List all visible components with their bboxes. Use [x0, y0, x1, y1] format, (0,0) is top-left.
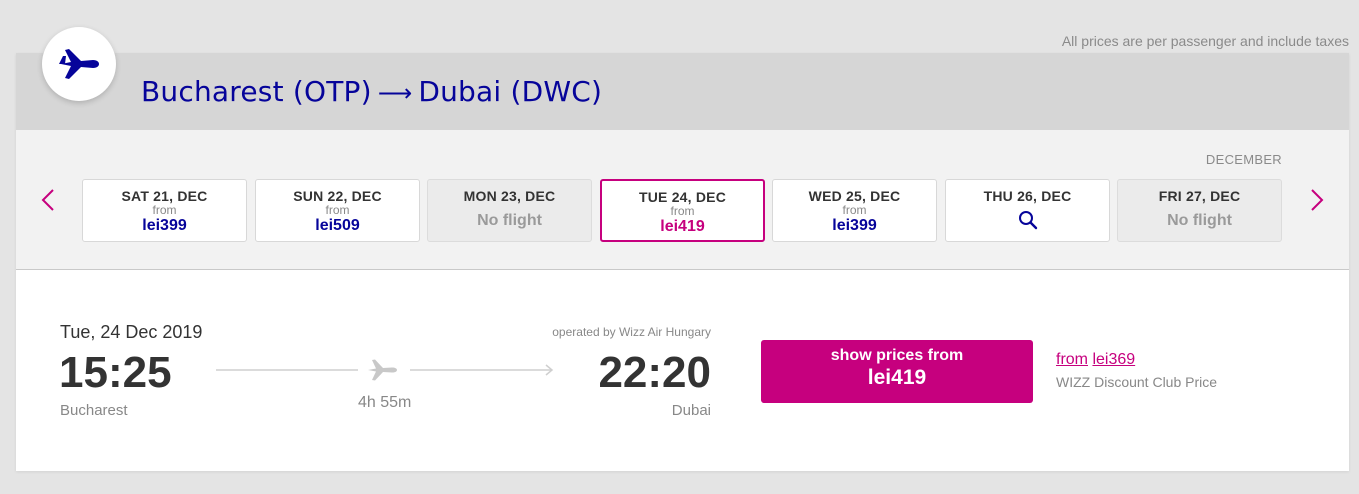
show-prices-label: show prices from	[830, 347, 964, 364]
arrival-time: 22:20	[598, 348, 711, 397]
tax-note: All prices are per passenger and include…	[1061, 33, 1349, 49]
day-tue-24[interactable]: TUE 24, DEC from lei419	[600, 179, 765, 242]
no-flight-label: No flight	[1167, 212, 1232, 229]
route-title: Bucharest (OTP) ⟶ Dubai (DWC)	[141, 75, 602, 108]
route-origin: Bucharest (OTP)	[141, 75, 372, 108]
chevron-right-icon[interactable]	[1307, 186, 1327, 214]
day-wed-25[interactable]: WED 25, DEC from lei399	[772, 179, 937, 242]
day-sun-22[interactable]: SUN 22, DEC from lei509	[255, 179, 420, 242]
airplane-icon	[368, 359, 397, 381]
flight-path-line	[216, 359, 554, 381]
day-price: lei399	[142, 217, 187, 234]
day-price: lei399	[832, 217, 877, 234]
club-price: from lei369	[1056, 351, 1135, 369]
flight-card: Bucharest (OTP) ⟶ Dubai (DWC) DECEMBER SAT…	[16, 53, 1349, 471]
chevron-left-icon[interactable]	[38, 186, 58, 214]
route-header: Bucharest (OTP) ⟶ Dubai (DWC)	[16, 53, 1349, 130]
day-mon-23: MON 23, DEC No flight	[427, 179, 592, 242]
club-price-label: WIZZ Discount Club Price	[1056, 374, 1218, 390]
date-selector: DECEMBER SAT 21, DEC from lei399 SUN 22,…	[16, 130, 1349, 270]
airplane-icon	[59, 49, 99, 79]
club-price-link[interactable]: lei369	[1092, 351, 1135, 368]
month-label: DECEMBER	[1205, 152, 1282, 167]
operated-by: operated by Wizz Air Hungary	[552, 325, 711, 339]
departure-time: 15:25	[59, 348, 172, 397]
day-label: SAT 21, DEC	[121, 188, 208, 204]
day-label: THU 26, DEC	[983, 188, 1072, 204]
day-from: from	[152, 203, 177, 217]
day-from: from	[325, 203, 350, 217]
show-prices-amount: lei419	[867, 366, 927, 389]
day-label: TUE 24, DEC	[639, 189, 726, 205]
arrival-city: Dubai	[671, 402, 711, 419]
no-flight-label: No flight	[477, 212, 542, 229]
club-from-link[interactable]: from	[1056, 351, 1088, 368]
day-from: from	[670, 204, 695, 218]
day-thu-26[interactable]: THU 26, DEC	[945, 179, 1110, 242]
show-prices-button[interactable]: show prices from lei419	[761, 340, 1033, 403]
day-label: WED 25, DEC	[808, 188, 901, 204]
day-price: lei509	[315, 217, 360, 234]
flight-date: Tue, 24 Dec 2019	[60, 322, 203, 342]
route-destination: Dubai (DWC)	[418, 75, 603, 108]
day-label: SUN 22, DEC	[293, 188, 382, 204]
day-fri-27: FRI 27, DEC No flight	[1117, 179, 1282, 242]
flight-duration: 4h 55m	[358, 394, 412, 411]
flight-details: Tue, 24 Dec 2019 15:25 Bucharest 4h 55m …	[16, 270, 1349, 471]
day-label: FRI 27, DEC	[1158, 188, 1241, 204]
airplane-badge	[42, 27, 116, 101]
day-from: from	[842, 203, 867, 217]
search-icon	[1018, 211, 1037, 230]
day-label: MON 23, DEC	[463, 188, 556, 204]
route-arrow: ⟶	[377, 79, 413, 107]
day-price: lei419	[660, 218, 705, 235]
departure-city: Bucharest	[60, 402, 128, 419]
day-sat-21[interactable]: SAT 21, DEC from lei399	[82, 179, 247, 242]
